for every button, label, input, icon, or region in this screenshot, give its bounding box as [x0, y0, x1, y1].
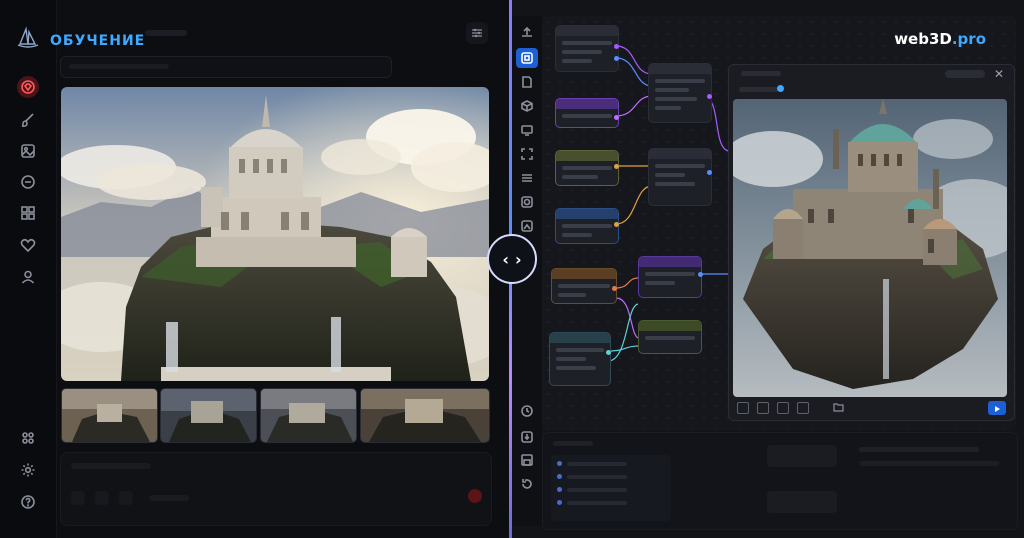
graph-node[interactable]: [767, 491, 837, 513]
frame-icon[interactable]: [519, 146, 535, 162]
thumbnail-2[interactable]: [160, 388, 257, 443]
tool-button[interactable]: [757, 402, 769, 414]
graph-node[interactable]: [555, 150, 619, 186]
graph-node[interactable]: [648, 148, 712, 206]
gem-icon[interactable]: [17, 76, 39, 98]
chat-icon[interactable]: [17, 171, 39, 193]
generated-image[interactable]: [61, 87, 489, 381]
filter-settings-button[interactable]: [466, 22, 488, 44]
parameter-list: [551, 455, 671, 521]
grid-icon[interactable]: [17, 202, 39, 224]
node-properties-panel: [542, 432, 1018, 530]
play-icon: [995, 406, 1000, 412]
tool-button[interactable]: [797, 402, 809, 414]
tool-button[interactable]: [777, 402, 789, 414]
graph-node[interactable]: [549, 332, 611, 386]
graph-node[interactable]: [551, 268, 617, 304]
upload-icon[interactable]: [519, 24, 535, 40]
toggle-switch[interactable]: [945, 70, 985, 78]
export-icon[interactable]: [519, 429, 535, 445]
run-button[interactable]: [988, 401, 1006, 415]
image-icon[interactable]: [17, 140, 39, 162]
nodes-icon[interactable]: [516, 48, 538, 68]
apps-icon[interactable]: [17, 427, 39, 449]
thumbnail-4[interactable]: [360, 388, 490, 443]
thumbnail-3[interactable]: [260, 388, 357, 443]
reset-icon[interactable]: [519, 476, 535, 492]
file-icon[interactable]: [519, 74, 535, 90]
graph-node[interactable]: [648, 63, 712, 123]
folder-icon[interactable]: [833, 402, 844, 412]
generate-button[interactable]: [468, 489, 482, 503]
save-icon[interactable]: [519, 452, 535, 468]
control-button[interactable]: [71, 491, 85, 505]
settings-icon[interactable]: [17, 459, 39, 481]
graph-node[interactable]: [638, 256, 702, 298]
preview-image[interactable]: [733, 99, 1007, 397]
left-sidebar: [0, 0, 57, 538]
brand-logo: web3D.pro: [894, 30, 986, 48]
graph-node[interactable]: [555, 98, 619, 128]
status-indicator: [777, 85, 784, 92]
monitor-icon[interactable]: [519, 122, 535, 138]
generation-settings-card: [60, 452, 492, 526]
help-icon[interactable]: [17, 491, 39, 513]
control-button[interactable]: [119, 491, 133, 505]
gallery-icon[interactable]: [519, 218, 535, 234]
control-button[interactable]: [95, 491, 109, 505]
page-title: ОБУЧЕНИЕ: [50, 33, 146, 49]
compare-arrows-icon[interactable]: ‹ ›: [487, 234, 537, 284]
tool-button[interactable]: [737, 402, 749, 414]
brush-icon[interactable]: [17, 109, 39, 131]
graph-node[interactable]: [555, 208, 619, 244]
graph-node[interactable]: [767, 445, 837, 467]
thumbnail-1[interactable]: [61, 388, 158, 443]
prompt-input[interactable]: [60, 56, 392, 78]
user-icon[interactable]: [17, 266, 39, 288]
close-icon[interactable]: ✕: [992, 67, 1006, 81]
heart-icon[interactable]: [17, 234, 39, 256]
sliders-icon: [472, 28, 482, 38]
camera-icon[interactable]: [519, 194, 535, 210]
logo-icon: [17, 26, 39, 48]
cube-icon[interactable]: [519, 98, 535, 114]
list-icon[interactable]: [519, 170, 535, 186]
history-icon[interactable]: [519, 403, 535, 419]
graph-node[interactable]: [555, 25, 619, 72]
title-placeholder-bar: [145, 30, 187, 36]
graph-node[interactable]: [638, 320, 702, 354]
